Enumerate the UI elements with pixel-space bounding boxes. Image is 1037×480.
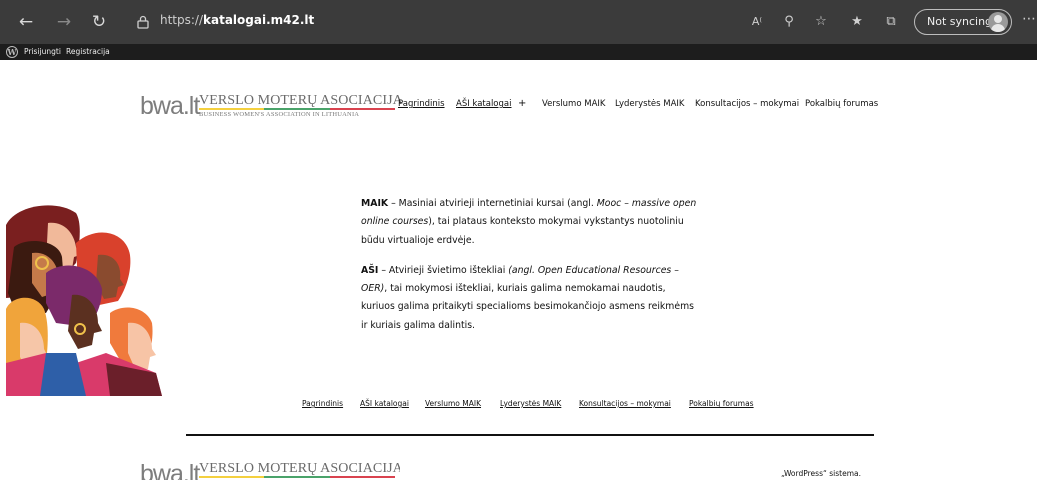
favorites-icon[interactable]: ★ [848, 13, 866, 31]
sync-button[interactable]: Not syncing [914, 9, 1012, 35]
footer-logo-stripes [199, 476, 395, 478]
powered-by-text: „WordPress“ sistema. [781, 469, 861, 478]
site-logo[interactable]: bwa.lt VERSLO MOTERŲ ASOCIACIJA BUSINESS… [140, 92, 403, 128]
nav-item-business-maik[interactable]: Verslumo MAIK [542, 99, 605, 109]
submenu-expand-icon[interactable]: + [518, 98, 526, 109]
lock-icon [137, 15, 149, 29]
profile-avatar-icon [988, 12, 1008, 32]
intro-content: MAIK – Masiniai atvirieji internetiniai … [361, 195, 701, 335]
url-text[interactable]: https://katalogai.m42.lt [160, 13, 314, 27]
nav-item-home[interactable]: Pagrindinis [398, 99, 445, 109]
nav-item-consultations[interactable]: Konsultacijos – mokymai [695, 99, 799, 109]
footer-link-home[interactable]: Pagrindinis [302, 399, 343, 408]
logo-title: VERSLO MOTERŲ ASOCIACIJA [199, 93, 403, 108]
back-arrow-icon[interactable]: ← [16, 12, 36, 32]
maik-definition: MAIK – Masiniai atvirieji internetiniai … [361, 198, 697, 246]
footer-link-consultations[interactable]: Konsultacijos – mokymai [579, 399, 671, 408]
zoom-icon[interactable]: ⚲ [780, 13, 798, 31]
refresh-icon[interactable]: ↻ [89, 12, 109, 32]
logo-subtitle: BUSINESS WOMEN'S ASSOCIATION IN LITHUANI… [199, 111, 360, 118]
women-illustration [6, 205, 162, 396]
logo-mark: bwa.lt [140, 92, 200, 120]
sync-label: Not syncing [927, 15, 993, 28]
wp-admin-bar: W Prisijungti Registracija [0, 44, 1037, 60]
wordpress-logo-icon[interactable]: W [6, 46, 18, 58]
forward-arrow-icon[interactable]: → [54, 12, 74, 32]
asi-definition: AŠI – Atvirieji švietimo ištekliai (angl… [361, 264, 694, 331]
more-menu-icon[interactable]: ⋯ [1022, 11, 1037, 27]
footer-link-catalogs[interactable]: AŠI katalogai [360, 399, 409, 408]
read-aloud-icon[interactable]: A⁽ [748, 13, 766, 31]
footer-link-business-maik[interactable]: Verslumo MAIK [425, 399, 481, 408]
browser-toolbar: ← → ↻ https://katalogai.m42.lt A⁽ ⚲ ☆ ★ … [0, 0, 1037, 44]
footer-link-leadership-maik[interactable]: Lyderystės MAIK [500, 399, 561, 408]
register-link[interactable]: Registracija [66, 47, 110, 56]
address-bar[interactable]: https://katalogai.m42.lt [116, 9, 736, 35]
login-link[interactable]: Prisijungti [24, 47, 61, 56]
collections-icon[interactable]: ⧉ [882, 13, 900, 31]
footer-logo-mark: bwa.lt [140, 460, 200, 480]
add-favorite-icon[interactable]: ☆ [812, 13, 830, 31]
logo-color-stripes [199, 108, 395, 110]
footer-logo-title: VERSLO MOTERŲ ASOCIACIJA [199, 461, 400, 476]
footer-divider [186, 434, 874, 436]
nav-item-leadership-maik[interactable]: Lyderystės MAIK [615, 99, 685, 109]
nav-item-forums[interactable]: Pokalbių forumas [805, 99, 878, 109]
footer-logo[interactable]: bwa.lt VERSLO MOTERŲ ASOCIACIJA [140, 460, 400, 480]
nav-item-catalogs[interactable]: AŠI katalogai [456, 99, 511, 109]
footer-link-forums[interactable]: Pokalbių forumas [689, 399, 754, 408]
